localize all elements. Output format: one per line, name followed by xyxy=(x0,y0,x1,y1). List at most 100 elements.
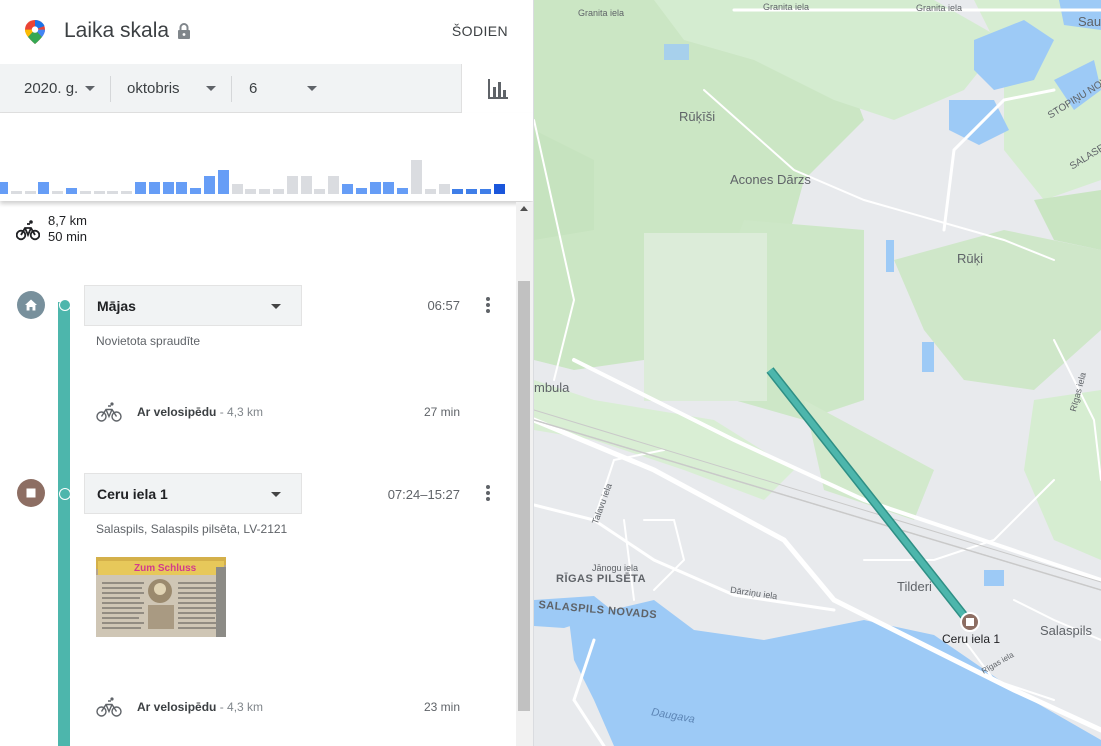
bicycle-icon xyxy=(96,402,122,422)
histogram-bar[interactable] xyxy=(52,191,64,194)
histogram-bar[interactable] xyxy=(411,160,422,194)
histogram-bar[interactable] xyxy=(369,182,381,194)
chevron-down-icon xyxy=(307,86,317,91)
place-time: 06:57 xyxy=(427,298,460,313)
histogram-bar[interactable] xyxy=(438,184,450,194)
scroll-up-arrow-icon[interactable] xyxy=(520,206,528,211)
map-label: Granita iela xyxy=(763,2,810,12)
histogram-bar[interactable] xyxy=(79,191,91,194)
histogram-bar[interactable] xyxy=(135,182,146,194)
more-options-icon[interactable] xyxy=(483,484,493,504)
map-place-label: Ceru iela 1 xyxy=(942,632,1001,646)
photo-caption: Zum Schluss xyxy=(134,563,197,574)
timeline-panel: Laika skala ŠODIEN 2020. g. oktobris 6 8… xyxy=(0,0,533,746)
histogram-bar[interactable] xyxy=(176,182,188,194)
month-select[interactable]: oktobris xyxy=(127,64,231,112)
chart-toggle-button[interactable] xyxy=(461,64,533,113)
place-marker-icon xyxy=(17,479,45,507)
histogram-bar[interactable] xyxy=(493,184,505,194)
place-name: Ceru iela 1 xyxy=(97,486,168,502)
histogram-bar[interactable] xyxy=(273,189,284,194)
histogram-bar[interactable] xyxy=(397,188,409,194)
chevron-down-icon xyxy=(206,86,216,91)
map-label: Acones Dārzs xyxy=(730,172,811,187)
histogram-bar[interactable] xyxy=(93,191,105,194)
histogram-bar[interactable] xyxy=(217,170,229,194)
activity-duration: 27 min xyxy=(423,405,460,419)
chevron-down-icon xyxy=(271,492,281,497)
histogram-bar[interactable] xyxy=(328,176,340,194)
map-label: mbula xyxy=(534,380,570,395)
day-value: 6 xyxy=(249,79,258,97)
activity-type: Ar velosipēdu xyxy=(137,700,217,714)
histogram-bar[interactable] xyxy=(24,191,36,194)
histogram-bar[interactable] xyxy=(190,188,202,194)
place-photo[interactable]: Zum Schluss xyxy=(96,557,226,637)
map-canvas xyxy=(534,0,1101,746)
more-options-icon[interactable] xyxy=(483,296,493,316)
histogram-bar[interactable] xyxy=(300,176,312,194)
map-label: Rūķi xyxy=(957,251,984,266)
activity-distance: - 4,3 km xyxy=(219,700,264,714)
histogram-bar[interactable] xyxy=(424,189,436,194)
activity-type: Ar velosipēdu xyxy=(137,405,217,419)
map-label: Granita iela xyxy=(916,3,963,13)
histogram-bar[interactable] xyxy=(10,191,22,194)
activity-histogram[interactable] xyxy=(0,113,533,201)
histogram-bar[interactable] xyxy=(355,188,367,194)
chevron-down-icon xyxy=(85,86,95,91)
map[interactable]: Granita iela Granita iela Granita iela S… xyxy=(534,0,1101,746)
activity-distance: - 4,3 km xyxy=(219,405,264,419)
histogram-bar[interactable] xyxy=(342,184,353,194)
histogram-bar[interactable] xyxy=(466,189,478,194)
histogram-bar[interactable] xyxy=(66,188,77,194)
map-label: Rūķīši xyxy=(679,109,716,124)
month-value: oktobris xyxy=(127,79,180,97)
histogram-bar[interactable] xyxy=(231,184,243,194)
year-select[interactable]: 2020. g. xyxy=(24,64,110,112)
histogram-bar[interactable] xyxy=(259,189,271,194)
place-time: 07:24–15:27 xyxy=(387,487,460,502)
day-select[interactable]: 6 xyxy=(249,64,329,112)
maps-pin-icon xyxy=(25,20,45,44)
histogram-bar[interactable] xyxy=(314,189,326,194)
histogram-bar[interactable] xyxy=(286,176,298,194)
date-selector: 2020. g. oktobris 6 xyxy=(0,64,461,113)
histogram-bar[interactable] xyxy=(480,189,491,194)
place-name: Mājas xyxy=(97,298,136,314)
place-subtitle: Novietota spraudīte xyxy=(96,334,201,348)
scrollbar-thumb[interactable] xyxy=(518,281,530,711)
lock-icon xyxy=(178,23,190,39)
today-button[interactable]: ŠODIEN xyxy=(452,23,508,39)
bicycle-icon xyxy=(16,220,40,241)
place-select-ceru-iela[interactable]: Ceru iela 1 xyxy=(84,473,302,514)
timeline-dot xyxy=(59,488,71,500)
histogram-bar[interactable] xyxy=(0,182,8,194)
activity-label: Ar velosipēdu - 4,3 km xyxy=(137,405,263,419)
map-label: Sau xyxy=(1078,14,1101,29)
map-label: Salaspils xyxy=(1040,623,1093,638)
histogram-bar[interactable] xyxy=(452,189,464,194)
histogram-bar[interactable] xyxy=(245,189,257,194)
histogram-bar[interactable] xyxy=(204,176,215,194)
divider xyxy=(231,76,232,102)
histogram-bar[interactable] xyxy=(383,182,395,194)
bicycle-icon xyxy=(96,697,122,717)
header: Laika skala ŠODIEN xyxy=(0,0,533,64)
histogram-bar[interactable] xyxy=(107,191,119,194)
map-label: Jānogu iela xyxy=(592,563,639,573)
timeline-dot xyxy=(59,299,71,311)
histogram-bar[interactable] xyxy=(162,182,174,194)
home-icon xyxy=(17,291,45,319)
summary-duration: 50 min xyxy=(48,229,88,244)
activity-label: Ar velosipēdu - 4,3 km xyxy=(137,700,263,714)
divider xyxy=(110,76,111,102)
map-label: Granita iela xyxy=(578,8,625,18)
page-title: Laika skala xyxy=(64,19,170,42)
place-select-majas[interactable]: Mājas xyxy=(84,285,302,326)
histogram-bar[interactable] xyxy=(38,182,50,194)
place-address: Salaspils, Salaspils pilsēta, LV-2121 xyxy=(96,522,288,536)
histogram-bar[interactable] xyxy=(121,191,133,194)
histogram-bar[interactable] xyxy=(148,182,160,194)
activity-duration: 23 min xyxy=(423,700,460,714)
